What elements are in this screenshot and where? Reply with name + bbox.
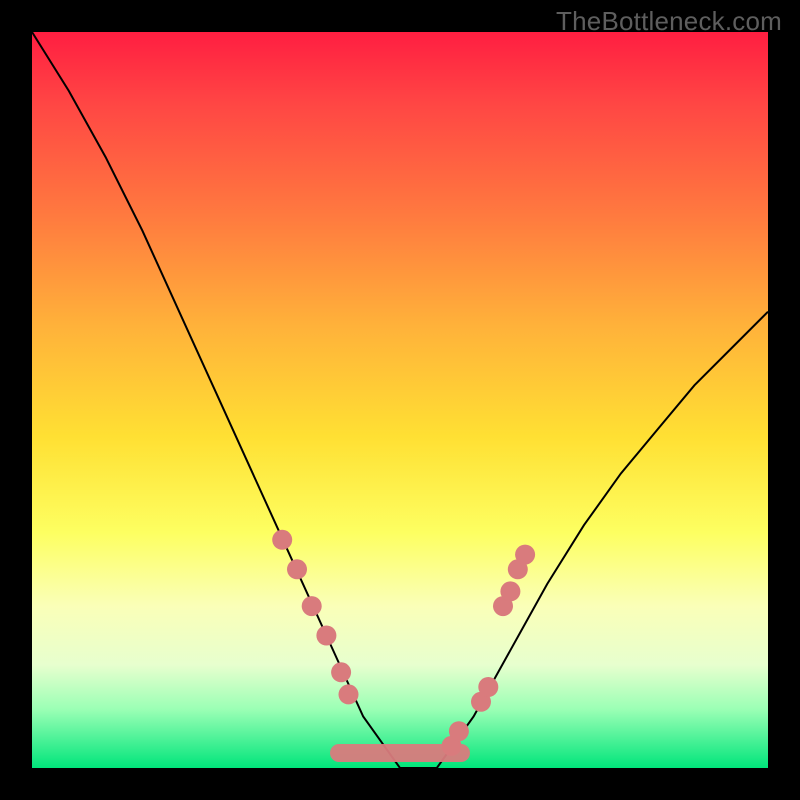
marker-left-mid-2: [316, 626, 336, 646]
marker-left-low-1: [331, 662, 351, 682]
curve-minimum-badge: [330, 744, 470, 762]
marker-left-low-2: [339, 684, 359, 704]
watermark-text: TheBottleneck.com: [556, 6, 782, 37]
marker-right-upper-2: [500, 581, 520, 601]
marker-left-upper-1: [272, 530, 292, 550]
marker-right-mid-2: [478, 677, 498, 697]
marker-left-mid-1: [302, 596, 322, 616]
curve-svg: [32, 32, 768, 768]
bottleneck-curve: [32, 32, 768, 768]
marker-left-upper-2: [287, 559, 307, 579]
chart-frame: TheBottleneck.com: [0, 0, 800, 800]
data-markers: [272, 530, 535, 756]
marker-right-upper-4: [515, 545, 535, 565]
marker-right-low-2: [449, 721, 469, 741]
gradient-plot-area: [32, 32, 768, 768]
